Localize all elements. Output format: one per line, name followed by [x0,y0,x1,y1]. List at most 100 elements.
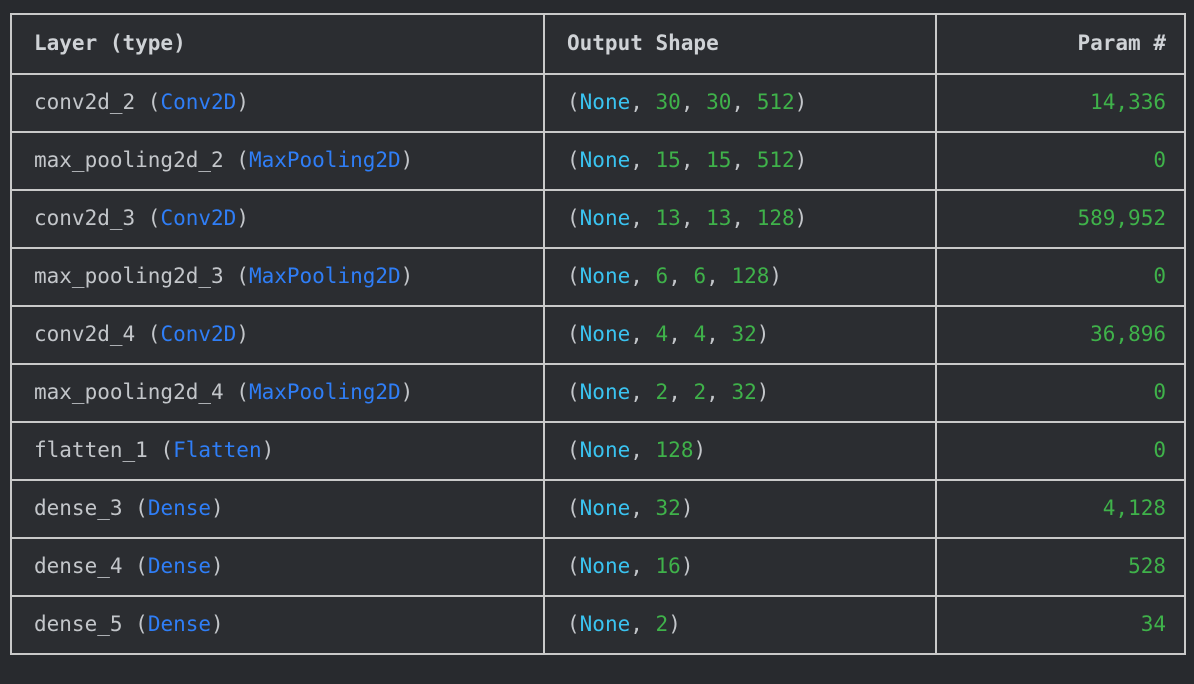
cell-layer-type: flatten_1 (Flatten) [10,421,545,481]
shape-none-token: None [579,322,631,347]
layer-paren-close: ) [261,438,275,463]
shape-paren-open: ( [567,148,580,173]
shape-paren-open: ( [567,206,580,231]
cell-layer-type: max_pooling2d_4 (MaxPooling2D) [10,363,545,423]
table-row: dense_5 (Dense) (None, 2) 34 [10,595,1186,655]
shape-paren-close: ) [769,264,783,289]
shape-separator: , [706,380,732,405]
column-header-param: Param # [935,13,1186,75]
cell-param-count: 36,896 [935,305,1186,365]
layer-paren-close: ) [236,90,249,115]
layer-name-text: conv2d_3 [34,206,136,231]
cell-param-count: 0 [935,363,1186,423]
layer-name-text: dense_3 [34,496,123,521]
cell-layer-type: dense_3 (Dense) [10,479,545,539]
shape-paren-close: ) [680,496,694,521]
layer-name-text: conv2d_4 [34,322,136,347]
layer-paren-open: ( [223,148,249,173]
shape-none-token: None [579,438,631,463]
shape-dim-value: 30 [655,90,681,115]
shape-dim-value: 15 [706,148,732,173]
layer-paren-open: ( [122,554,148,579]
shape-separator: , [668,322,694,347]
shape-paren-close: ) [693,438,707,463]
cell-output-shape: (None, 32) [543,479,937,539]
shape-none-token: None [579,264,631,289]
layer-paren-open: ( [135,90,161,115]
cell-param-count: 14,336 [935,73,1186,133]
cell-param-count: 528 [935,537,1186,597]
header-row: Layer (type) Output Shape Param # [10,13,1186,75]
shape-paren-close: ) [756,380,770,405]
layer-paren-open: ( [135,322,161,347]
shape-paren-open: ( [567,612,580,637]
shape-separator: , [630,612,656,637]
layer-name-text: conv2d_2 [34,90,136,115]
layer-class-text: Dense [147,612,212,637]
shape-separator: , [706,322,732,347]
shape-separator: , [731,90,757,115]
table-row: max_pooling2d_3 (MaxPooling2D) (None, 6, … [10,247,1186,307]
shape-separator: , [630,322,656,347]
shape-none-token: None [579,612,631,637]
shape-paren-close: ) [794,148,808,173]
cell-param-count: 0 [935,421,1186,481]
cell-layer-type: max_pooling2d_2 (MaxPooling2D) [10,131,545,191]
model-summary-container: Layer (type) Output Shape Param # conv2d… [10,13,1186,673]
shape-separator: , [630,206,656,231]
shape-none-token: None [579,380,631,405]
shape-separator: , [680,148,707,173]
shape-dim-value: 2 [655,380,669,405]
shape-dim-value: 6 [693,264,707,289]
layer-class-text: MaxPooling2D [248,380,401,405]
shape-dim-value: 4 [655,322,669,347]
cell-output-shape: (None, 6, 6, 128) [543,247,937,307]
shape-separator: , [630,554,656,579]
table-row: conv2d_3 (Conv2D) (None, 13, 13, 128) 589,… [10,189,1186,249]
cell-output-shape: (None, 15, 15, 512) [543,131,937,191]
shape-dim-value: 128 [731,264,770,289]
shape-separator: , [731,148,757,173]
shape-none-token: None [579,496,631,521]
layer-class-text: Conv2D [160,206,237,231]
shape-separator: , [668,380,694,405]
cell-output-shape: (None, 128) [543,421,937,481]
layer-name-text: dense_5 [34,612,123,637]
layer-name-text: dense_4 [34,554,123,579]
table-row: conv2d_4 (Conv2D) (None, 4, 4, 32) 36,896 [10,305,1186,365]
shape-dim-value: 128 [756,206,795,231]
cell-param-count: 589,952 [935,189,1186,249]
cell-output-shape: (None, 4, 4, 32) [543,305,937,365]
shape-dim-value: 4 [693,322,707,347]
layer-paren-close: ) [236,322,249,347]
cell-layer-type: dense_4 (Dense) [10,537,545,597]
table-body: conv2d_2 (Conv2D) (None, 30, 30, 512) 14,3… [10,73,1186,655]
shape-none-token: None [579,206,631,231]
layer-paren-open: ( [135,206,161,231]
layer-paren-open: ( [122,612,148,637]
shape-paren-close: ) [794,90,808,115]
layer-paren-close: ) [400,148,414,173]
layer-class-text: Dense [147,496,212,521]
cell-output-shape: (None, 30, 30, 512) [543,73,937,133]
cell-param-count: 34 [935,595,1186,655]
shape-paren-open: ( [567,554,580,579]
layer-paren-close: ) [211,554,224,579]
table-row: max_pooling2d_4 (MaxPooling2D) (None, 2, … [10,363,1186,423]
cell-output-shape: (None, 13, 13, 128) [543,189,937,249]
shape-separator: , [731,206,757,231]
shape-separator: , [630,380,656,405]
shape-dim-value: 2 [655,612,669,637]
cell-layer-type: max_pooling2d_3 (MaxPooling2D) [10,247,545,307]
cell-output-shape: (None, 16) [543,537,937,597]
layer-paren-close: ) [211,496,224,521]
layer-paren-open: ( [147,438,174,463]
table-header: Layer (type) Output Shape Param # [10,13,1186,75]
cell-output-shape: (None, 2, 2, 32) [543,363,937,423]
layer-class-text: MaxPooling2D [248,148,401,173]
layer-name-text: max_pooling2d_2 [34,148,224,173]
cell-layer-type: conv2d_2 (Conv2D) [10,73,545,133]
table-row: dense_4 (Dense) (None, 16) 528 [10,537,1186,597]
layer-name-text: flatten_1 [34,438,148,463]
shape-dim-value: 512 [756,148,795,173]
